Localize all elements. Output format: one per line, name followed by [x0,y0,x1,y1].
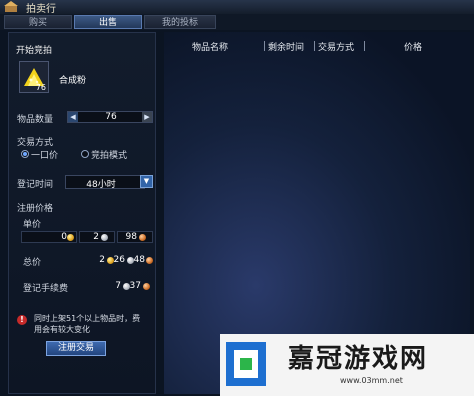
trade-mode-label: 交易方式 [17,138,54,148]
buyout-radio[interactable] [21,150,29,158]
column-header-item-name[interactable]: 物品名称 [192,40,228,53]
copper-coin-icon [139,234,146,241]
fee-silver: 7 [115,281,121,291]
column-header-time-left[interactable]: 剩余时间 [268,40,304,53]
unit-price-label: 单价 [23,220,42,230]
auction-label[interactable]: 竞拍模式 [91,148,127,161]
register-price-label: 注册价格 [17,204,54,214]
watermark-brand: 嘉冠游戏网 [288,344,429,374]
column-divider [264,41,265,51]
fee-label: 登记手续费 [23,284,69,294]
unit-price-gold[interactable]: 0 [21,232,67,242]
tab-sell[interactable]: 出售 [74,15,142,29]
register-time-select[interactable]: 48小时 [65,175,145,190]
title-bar: 拍卖行 [0,0,474,15]
watermark-url: www.03mm.net [340,376,403,385]
warning-text: 同时上架51个以上物品时，费用会有较大变化 [34,314,141,334]
dropdown-chevron-icon[interactable]: ▼ [140,175,153,188]
column-divider [364,41,365,51]
quantity-stepper[interactable]: ◀ 76 ▶ [67,111,153,123]
column-header-price[interactable]: 价格 [404,40,422,53]
copper-coin-icon [146,257,153,264]
total-price-silver: 26 [113,255,125,265]
total-price-gold: 2 [99,255,105,265]
register-time-value[interactable]: 48小时 [66,177,136,190]
total-price-copper: 48 [133,255,145,265]
silver-coin-icon [101,234,108,241]
copper-coin-icon [143,283,150,290]
window-title: 拍卖行 [26,4,56,15]
total-price-label: 总价 [23,258,42,268]
column-header-trade-mode[interactable]: 交易方式 [318,40,354,53]
section-title: 开始竞拍 [16,46,53,56]
increase-button[interactable]: ▶ [142,112,152,122]
unit-price-copper[interactable]: 98 [117,232,137,242]
tab-buy[interactable]: 购买 [4,15,72,29]
gold-coin-icon [67,234,74,241]
unit-price-silver[interactable]: 2 [79,232,99,242]
warning-icon: ! [17,315,27,325]
fee-copper: 37 [129,281,141,291]
buyout-label[interactable]: 一口价 [31,148,58,161]
register-time-label: 登记时间 [17,180,54,190]
tab-my-bids[interactable]: 我的投标 [144,15,216,29]
auction-house-icon [4,1,18,12]
quantity-label: 物品数量 [17,115,54,125]
item-slot[interactable]: 76 [19,61,49,93]
tab-bar: 购买 出售 我的投标 [0,14,474,30]
watermark-logo-icon [226,342,266,386]
item-count: 76 [35,83,46,92]
item-name: 合成粉 [59,76,87,86]
sell-panel: 开始竞拍 76 合成粉 物品数量 ◀ 76 ▶ 交易方式 一口价 竞拍模式 登记… [8,32,156,394]
auction-radio[interactable] [81,150,89,158]
column-divider [314,41,315,51]
register-trade-button[interactable]: 注册交易 [46,341,106,356]
